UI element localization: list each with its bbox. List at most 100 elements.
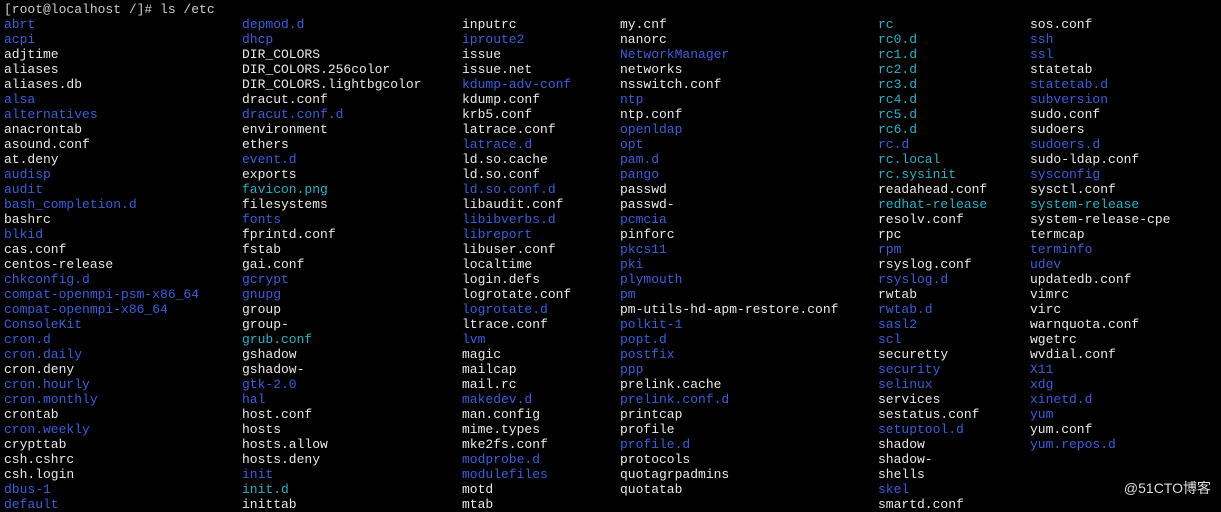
file-entry: magic	[462, 347, 620, 362]
file-entry: rc2.d	[878, 62, 1030, 77]
file-entry: rc.sysinit	[878, 167, 1030, 182]
file-entry: init	[242, 467, 462, 482]
file-entry: pm-utils-hd-apm-restore.conf	[620, 302, 878, 317]
file-entry: rsyslog.conf	[878, 257, 1030, 272]
file-entry: csh.cshrc	[4, 452, 242, 467]
file-entry: NetworkManager	[620, 47, 878, 62]
file-entry: gshadow-	[242, 362, 462, 377]
file-entry: ld.so.conf	[462, 167, 620, 182]
file-entry: virc	[1030, 302, 1217, 317]
file-entry: exports	[242, 167, 462, 182]
file-entry: sos.conf	[1030, 17, 1217, 32]
file-entry: DIR_COLORS.lightbgcolor	[242, 77, 462, 92]
file-entry: modprobe.d	[462, 452, 620, 467]
file-entry: alternatives	[4, 107, 242, 122]
file-entry: gtk-2.0	[242, 377, 462, 392]
file-entry: sudo-ldap.conf	[1030, 152, 1217, 167]
file-entry: hosts.deny	[242, 452, 462, 467]
file-entry: postfix	[620, 347, 878, 362]
file-entry: inittab	[242, 497, 462, 512]
file-entry: krb5.conf	[462, 107, 620, 122]
file-entry: group	[242, 302, 462, 317]
file-entry: termcap	[1030, 227, 1217, 242]
file-entry: bashrc	[4, 212, 242, 227]
file-entry: shells	[878, 467, 1030, 482]
file-entry: pki	[620, 257, 878, 272]
file-entry: bash_completion.d	[4, 197, 242, 212]
file-entry: abrt	[4, 17, 242, 32]
file-entry: subversion	[1030, 92, 1217, 107]
file-entry: ntp.conf	[620, 107, 878, 122]
file-entry: acpi	[4, 32, 242, 47]
file-entry: mime.types	[462, 422, 620, 437]
file-entry: aliases	[4, 62, 242, 77]
file-entry: modulefiles	[462, 467, 620, 482]
ls-column-4: rcrc0.drc1.drc2.drc3.drc4.drc5.drc6.drc.…	[878, 17, 1030, 512]
file-entry: cas.conf	[4, 242, 242, 257]
file-entry: X11	[1030, 362, 1217, 377]
file-entry: warnquota.conf	[1030, 317, 1217, 332]
ls-column-5: sos.confsshsslstatetabstatetab.dsubversi…	[1030, 17, 1217, 512]
file-entry: polkit-1	[620, 317, 878, 332]
file-entry: mtab	[462, 497, 620, 512]
file-entry: ld.so.conf.d	[462, 182, 620, 197]
file-entry: shadow-	[878, 452, 1030, 467]
file-entry: smartd.conf	[878, 497, 1030, 512]
file-entry: rwtab	[878, 287, 1030, 302]
file-entry: system-release	[1030, 197, 1217, 212]
file-entry: aliases.db	[4, 77, 242, 92]
file-entry: alsa	[4, 92, 242, 107]
file-entry: dhcp	[242, 32, 462, 47]
shell-prompt[interactable]: [root@localhost /]# ls /etc	[4, 2, 1217, 17]
file-entry: mke2fs.conf	[462, 437, 620, 452]
file-entry: gcrypt	[242, 272, 462, 287]
file-entry: statetab.d	[1030, 77, 1217, 92]
file-entry: sestatus.conf	[878, 407, 1030, 422]
file-entry: ltrace.conf	[462, 317, 620, 332]
file-entry: blkid	[4, 227, 242, 242]
file-entry: libreport	[462, 227, 620, 242]
file-entry: pm	[620, 287, 878, 302]
file-entry: sasl2	[878, 317, 1030, 332]
file-entry: hosts.allow	[242, 437, 462, 452]
file-entry: adjtime	[4, 47, 242, 62]
file-entry: init.d	[242, 482, 462, 497]
file-entry: yum.conf	[1030, 422, 1217, 437]
file-entry: compat-openmpi-psm-x86_64	[4, 287, 242, 302]
file-entry: prelink.conf.d	[620, 392, 878, 407]
file-entry: sudoers.d	[1030, 137, 1217, 152]
file-entry: selinux	[878, 377, 1030, 392]
file-entry: sudoers	[1030, 122, 1217, 137]
file-entry: nanorc	[620, 32, 878, 47]
file-entry: rc3.d	[878, 77, 1030, 92]
file-entry: issue.net	[462, 62, 620, 77]
file-entry: services	[878, 392, 1030, 407]
file-entry: skel	[878, 482, 1030, 497]
file-entry: pam.d	[620, 152, 878, 167]
ls-column-1: depmod.ddhcpDIR_COLORSDIR_COLORS.256colo…	[242, 17, 462, 512]
file-entry: rc	[878, 17, 1030, 32]
file-entry: at.deny	[4, 152, 242, 167]
file-entry: kdump-adv-conf	[462, 77, 620, 92]
file-entry: opt	[620, 137, 878, 152]
file-entry: rpc	[878, 227, 1030, 242]
file-entry: sysconfig	[1030, 167, 1217, 182]
file-entry: readahead.conf	[878, 182, 1030, 197]
file-entry: dbus-1	[4, 482, 242, 497]
file-entry: issue	[462, 47, 620, 62]
file-entry: crypttab	[4, 437, 242, 452]
file-entry: xdg	[1030, 377, 1217, 392]
file-entry: grub.conf	[242, 332, 462, 347]
file-entry: cron.d	[4, 332, 242, 347]
file-entry: rc5.d	[878, 107, 1030, 122]
file-entry: csh.login	[4, 467, 242, 482]
file-entry: rc4.d	[878, 92, 1030, 107]
file-entry: ssh	[1030, 32, 1217, 47]
watermark: @51CTO博客	[1124, 481, 1211, 496]
file-entry: wvdial.conf	[1030, 347, 1217, 362]
file-entry: cron.daily	[4, 347, 242, 362]
file-entry: gai.conf	[242, 257, 462, 272]
file-entry: compat-openmpi-x86_64	[4, 302, 242, 317]
file-entry: kdump.conf	[462, 92, 620, 107]
file-entry: group-	[242, 317, 462, 332]
